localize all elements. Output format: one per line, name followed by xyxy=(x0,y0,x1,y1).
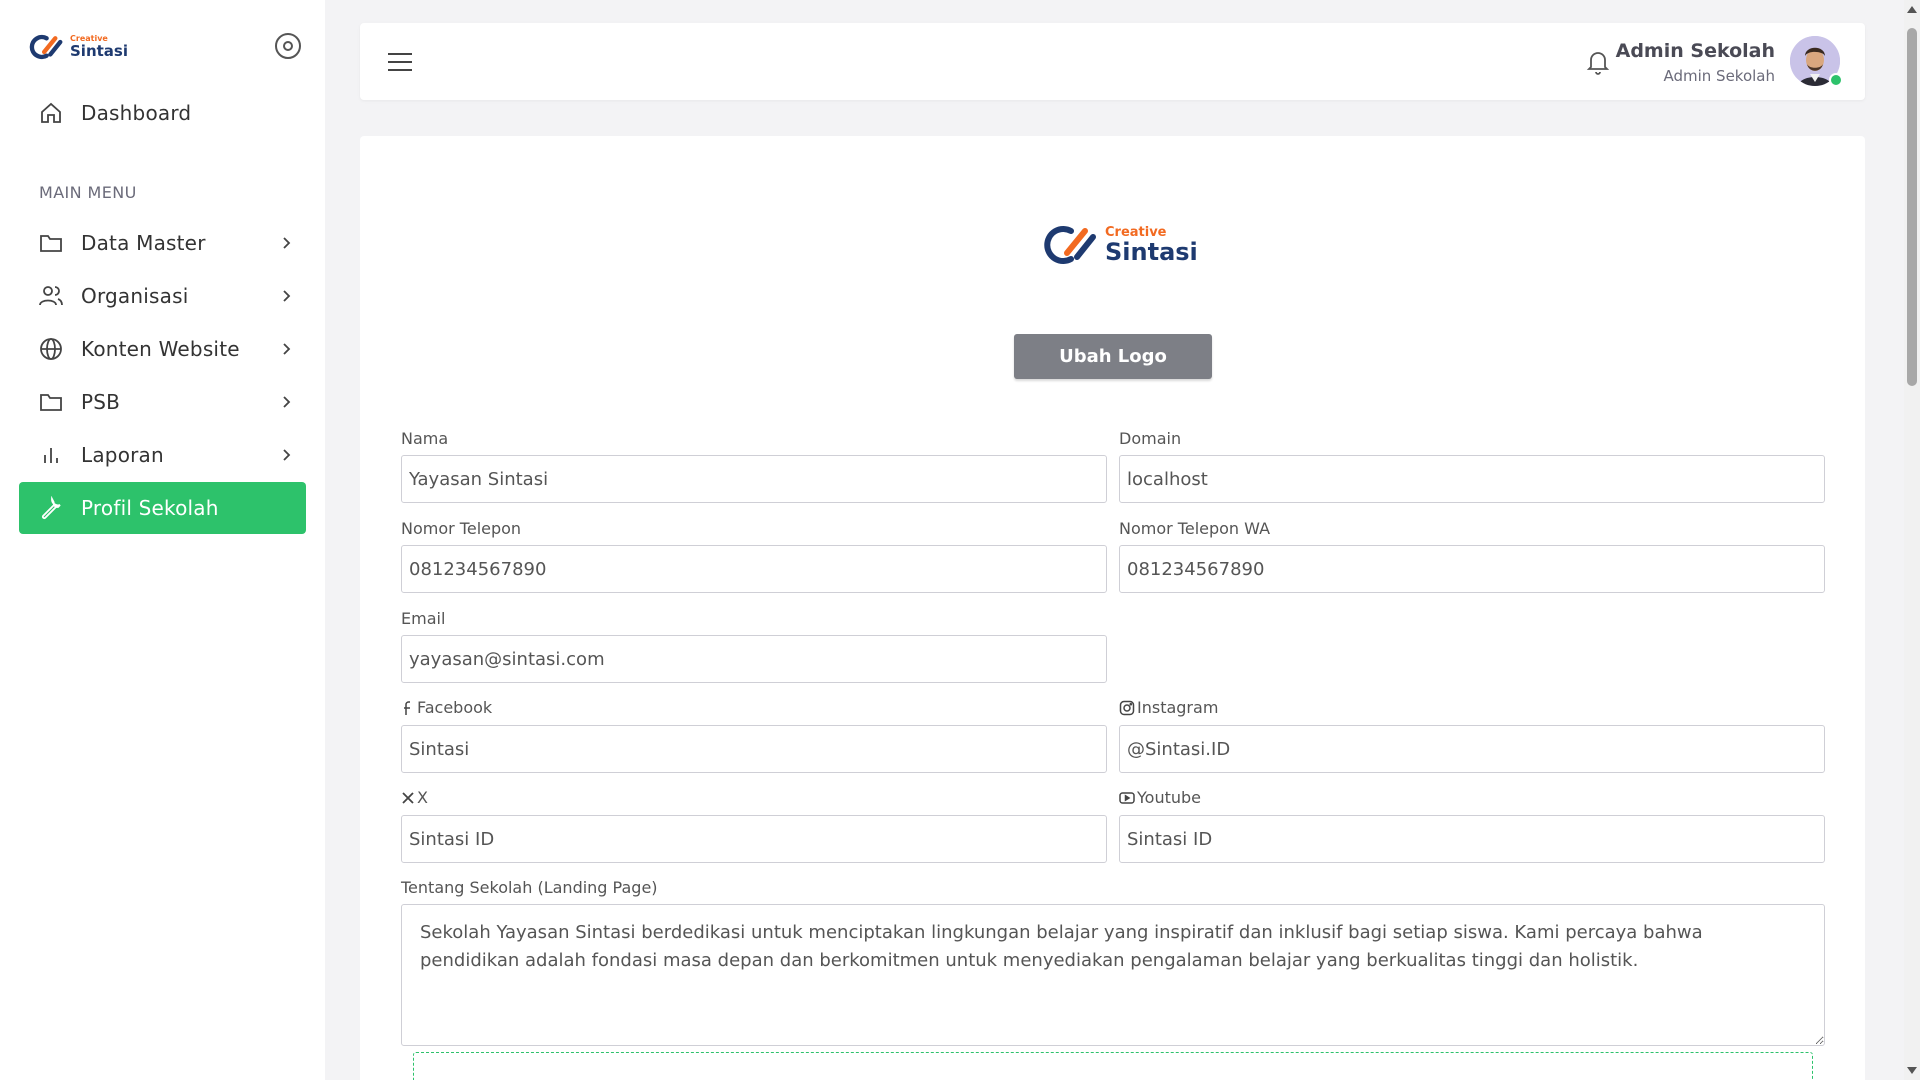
sidebar-item-data-master[interactable]: Data Master xyxy=(19,217,306,269)
brand-logo[interactable]: Creative Sintasi xyxy=(28,34,128,60)
scrollbar[interactable] xyxy=(1904,0,1920,1080)
chevron-right-icon xyxy=(283,237,291,249)
email-input[interactable] xyxy=(401,635,1107,683)
sidebar-item-label: Profil Sekolah xyxy=(81,496,219,520)
chevron-right-icon xyxy=(283,290,291,302)
home-icon xyxy=(38,100,64,126)
instagram-input[interactable] xyxy=(1119,725,1825,773)
facebook-icon xyxy=(404,700,410,715)
sidebar-toggle-icon[interactable] xyxy=(275,33,301,59)
chevron-right-icon xyxy=(283,449,291,461)
sidebar: Creative Sintasi Dashboard MAIN MENU Dat… xyxy=(0,0,325,1080)
sidebar-item-label: Organisasi xyxy=(81,284,189,308)
brand-large-text: Sintasi xyxy=(70,42,128,60)
sidebar-item-label: Data Master xyxy=(81,231,206,255)
x-input[interactable] xyxy=(401,815,1107,863)
menu-caption: MAIN MENU xyxy=(39,183,137,202)
telepon-label: Nomor Telepon xyxy=(401,519,522,538)
instagram-label-row: Instagram xyxy=(1119,698,1218,717)
facebook-label-row: Facebook xyxy=(401,698,492,717)
sidebar-item-organisasi[interactable]: Organisasi xyxy=(19,270,306,322)
x-label-row: X xyxy=(401,788,428,807)
sidebar-item-psb[interactable]: PSB xyxy=(19,376,306,428)
domain-input[interactable] xyxy=(1119,455,1825,503)
sidebar-item-laporan[interactable]: Laporan xyxy=(19,429,306,481)
user-role: Admin Sekolah xyxy=(1663,67,1775,85)
youtube-label: Youtube xyxy=(1137,788,1201,807)
about-textarea[interactable]: Sekolah Yayasan Sintasi berdedikasi untu… xyxy=(401,904,1825,1046)
logo-large-text: Sintasi xyxy=(1105,238,1198,266)
email-label: Email xyxy=(401,609,446,628)
nama-input[interactable] xyxy=(401,455,1107,503)
chevron-right-icon xyxy=(283,343,291,355)
youtube-input[interactable] xyxy=(1119,815,1825,863)
scroll-down-icon[interactable] xyxy=(1907,1067,1917,1074)
sidebar-item-konten-website[interactable]: Konten Website xyxy=(19,323,306,375)
user-name[interactable]: Admin Sekolah xyxy=(1616,40,1775,62)
sidebar-item-label: Dashboard xyxy=(81,101,192,125)
profile-card: Creative Sintasi Ubah Logo Nama Domain N… xyxy=(360,136,1865,1080)
x-icon xyxy=(402,791,414,804)
change-logo-button[interactable]: Ubah Logo xyxy=(1014,334,1212,379)
folder-icon xyxy=(38,230,64,256)
online-status-dot xyxy=(1829,73,1843,87)
school-logo: Creative Sintasi xyxy=(1041,225,1198,265)
facebook-input[interactable] xyxy=(401,725,1107,773)
youtube-icon xyxy=(1119,791,1135,804)
brand-mark-icon xyxy=(1044,226,1096,264)
wrench-icon xyxy=(38,495,64,521)
globe-icon xyxy=(38,336,64,362)
x-label: X xyxy=(417,788,428,807)
sidebar-item-label: Laporan xyxy=(81,443,164,467)
scroll-up-icon[interactable] xyxy=(1907,6,1917,13)
telepon-input[interactable] xyxy=(401,545,1107,593)
instagram-icon xyxy=(1119,700,1135,715)
chevron-right-icon xyxy=(283,396,291,408)
telepon-wa-input[interactable] xyxy=(1119,545,1825,593)
instagram-label: Instagram xyxy=(1137,698,1219,717)
folder-icon xyxy=(38,389,64,415)
sidebar-item-dashboard[interactable]: Dashboard xyxy=(19,87,306,139)
nama-label: Nama xyxy=(401,429,449,448)
telepon-wa-label: Nomor Telepon WA xyxy=(1119,519,1271,538)
sidebar-item-profil-sekolah[interactable]: Profil Sekolah xyxy=(19,482,306,534)
sidebar-item-label: PSB xyxy=(81,390,121,414)
youtube-label-row: Youtube xyxy=(1119,788,1201,807)
facebook-label: Facebook xyxy=(417,698,493,717)
topbar: Admin Sekolah Admin Sekolah xyxy=(360,23,1865,100)
hamburger-menu-icon[interactable] xyxy=(388,53,412,71)
bell-icon[interactable] xyxy=(1585,48,1611,76)
about-label: Tentang Sekolah (Landing Page) xyxy=(401,878,658,897)
sidebar-item-label: Konten Website xyxy=(81,337,240,361)
users-icon xyxy=(38,283,64,309)
brand-mark-icon xyxy=(29,34,63,60)
upload-dropzone[interactable] xyxy=(413,1052,1813,1080)
bar-chart-icon xyxy=(38,442,64,468)
scroll-thumb[interactable] xyxy=(1907,28,1917,386)
domain-label: Domain xyxy=(1119,429,1182,448)
